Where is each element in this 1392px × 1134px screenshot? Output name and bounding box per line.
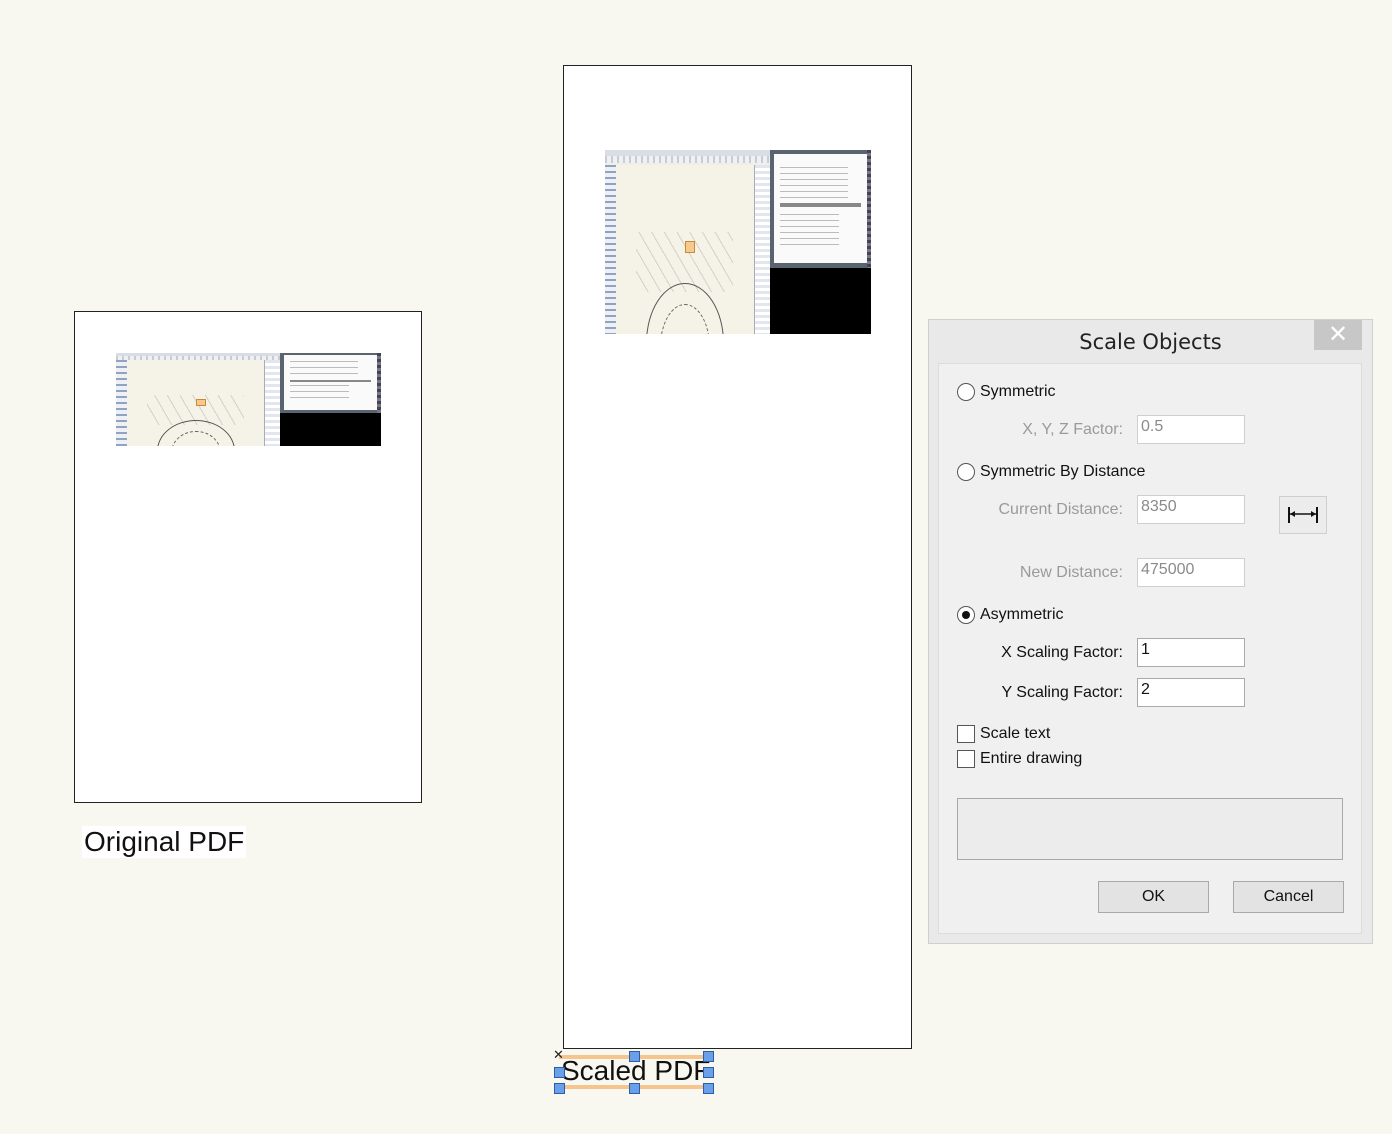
current-distance-field[interactable]: 8350 <box>1137 495 1245 524</box>
dialog-title: Scale Objects <box>1079 330 1222 354</box>
scale-text-option[interactable]: Scale text <box>957 723 1050 745</box>
y-scaling-factor-field[interactable]: 2 <box>1137 678 1245 707</box>
symmetric-by-distance-option[interactable]: Symmetric By Distance <box>957 461 1145 483</box>
symmetric-option[interactable]: Symmetric <box>957 381 1056 403</box>
y-scaling-factor-label: Y Scaling Factor: <box>1001 684 1123 701</box>
new-distance-label: New Distance: <box>1019 564 1123 581</box>
resize-handle-mid-right[interactable] <box>703 1067 714 1078</box>
scaled-pdf-page[interactable] <box>563 65 912 1049</box>
xyz-factor-field[interactable]: 0.5 <box>1137 415 1245 444</box>
dialog-body: Symmetric X, Y, Z Factor: 0.5 Symmetric … <box>938 363 1362 934</box>
close-icon: ✕ <box>1327 321 1349 348</box>
measure-distance-button[interactable] <box>1279 496 1327 534</box>
x-scaling-factor-label: X Scaling Factor: <box>1001 644 1123 661</box>
symmetric-radio[interactable] <box>957 383 975 401</box>
close-button[interactable]: ✕ <box>1314 320 1362 350</box>
entire-drawing-checkbox[interactable] <box>957 750 975 768</box>
cancel-button[interactable]: Cancel <box>1233 881 1344 913</box>
scale-text-checkbox[interactable] <box>957 725 975 743</box>
pdf-screenshot-image <box>116 353 381 446</box>
xyz-factor-label: X, Y, Z Factor: <box>1022 421 1123 438</box>
original-pdf-page[interactable] <box>74 311 422 803</box>
entire-drawing-label: Entire drawing <box>980 750 1083 767</box>
asymmetric-option[interactable]: Asymmetric <box>957 604 1064 626</box>
symmetric-label: Symmetric <box>980 383 1056 400</box>
pdf-screenshot-image <box>605 150 871 334</box>
new-distance-field[interactable]: 475000 <box>1137 558 1245 587</box>
resize-handle-top-left[interactable] <box>554 1067 565 1078</box>
resize-handle-bottom-mid[interactable] <box>629 1083 640 1094</box>
asymmetric-label: Asymmetric <box>980 606 1064 623</box>
symmetric-by-distance-label: Symmetric By Distance <box>980 463 1146 480</box>
resize-handle-bottom-right[interactable] <box>703 1083 714 1094</box>
text-origin-x-icon: ✕ <box>553 1047 564 1062</box>
scale-objects-dialog: Scale Objects ✕ Symmetric X, Y, Z Factor… <box>928 319 1373 944</box>
dimension-measure-icon <box>1288 507 1318 523</box>
current-distance-label: Current Distance: <box>998 501 1124 518</box>
x-scaling-factor-field[interactable]: 1 <box>1137 638 1245 667</box>
entire-drawing-option[interactable]: Entire drawing <box>957 748 1082 770</box>
ok-button[interactable]: OK <box>1098 881 1209 913</box>
resize-handle-top-right[interactable] <box>703 1051 714 1062</box>
resize-handle-bottom-left[interactable] <box>554 1083 565 1094</box>
message-area <box>957 798 1343 860</box>
scale-text-label: Scale text <box>980 725 1051 742</box>
asymmetric-radio[interactable] <box>957 606 975 624</box>
resize-handle-top-mid[interactable] <box>629 1051 640 1062</box>
symmetric-by-distance-radio[interactable] <box>957 463 975 481</box>
original-pdf-caption[interactable]: Original PDF <box>82 826 247 858</box>
